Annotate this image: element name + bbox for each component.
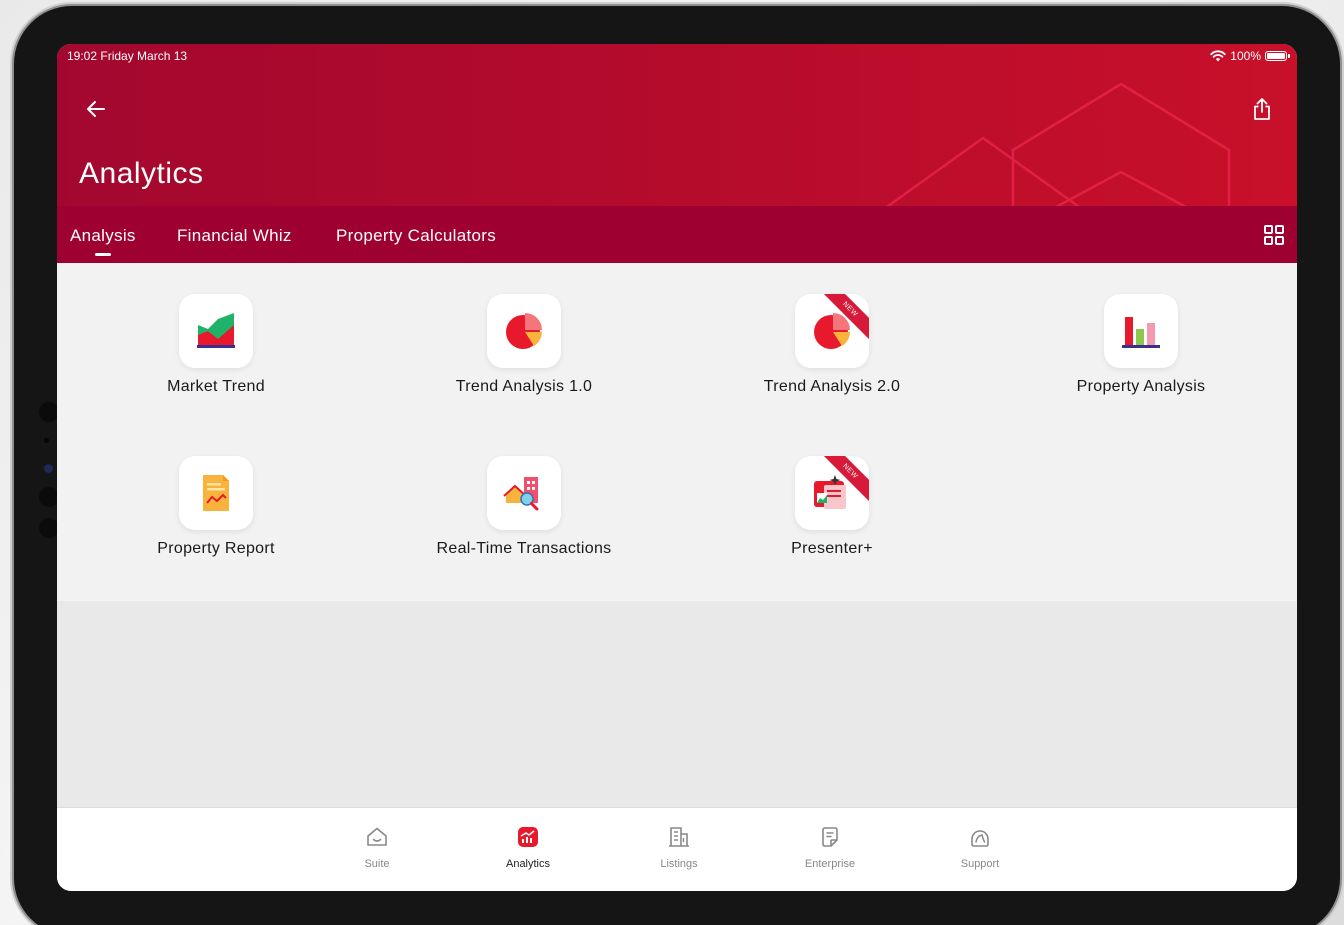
nav-label: Suite	[364, 858, 390, 870]
side-button	[39, 487, 59, 507]
grid-view-button[interactable]	[1263, 224, 1285, 246]
tab-analysis[interactable]: Analysis	[70, 226, 136, 256]
house-outline-decoration	[886, 82, 1231, 206]
tile-label: Real-Time Transactions	[436, 540, 612, 557]
sensor-dot	[44, 438, 49, 443]
analytics-icon	[518, 827, 538, 847]
app-header: 19:02 Friday March 13 100% Analytics	[57, 44, 1297, 206]
tile-presenter-plus[interactable]: NEW Presenter+	[702, 456, 962, 576]
nav-label: Listings	[660, 858, 698, 870]
tile-label: Property Analysis	[1076, 378, 1206, 395]
tile-property-report[interactable]: Property Report	[86, 456, 346, 576]
wifi-icon	[1210, 50, 1226, 62]
tile-trend-analysis-1[interactable]: Trend Analysis 1.0	[394, 294, 654, 414]
side-button	[39, 518, 59, 538]
grid-icon	[1264, 225, 1284, 245]
app-screen: 19:02 Friday March 13 100% Analytics Ana…	[57, 44, 1297, 891]
tab-bar: Analysis Financial Whiz Property Calcula…	[57, 206, 1297, 263]
nav-support[interactable]: Support	[935, 824, 1025, 870]
document-icon	[822, 827, 838, 847]
home-icon	[367, 827, 387, 846]
tile-icon-box	[179, 456, 253, 530]
tile-real-time-transactions[interactable]: Real-Time Transactions	[394, 456, 654, 576]
tile-label: Presenter+	[791, 540, 873, 557]
tile-property-analysis[interactable]: Property Analysis	[1011, 294, 1271, 414]
tile-label: Trend Analysis 1.0	[455, 378, 593, 395]
tile-icon-box	[487, 294, 561, 368]
nav-label: Support	[960, 858, 1000, 870]
nav-label: Enterprise	[804, 858, 856, 870]
tile-label: Trend Analysis 2.0	[763, 378, 901, 395]
analysis-tools-grid: Market Trend Trend Analysis 1.0 NEW Tren…	[57, 263, 1297, 601]
tile-label: Property Report	[157, 540, 275, 557]
nav-analytics[interactable]: Analytics	[483, 824, 573, 870]
battery-percent: 100%	[1230, 49, 1261, 63]
back-button[interactable]	[81, 94, 111, 124]
share-icon	[1254, 98, 1270, 120]
tile-icon-box: NEW	[795, 294, 869, 368]
report-icon	[203, 475, 229, 511]
tab-property-calculators[interactable]: Property Calculators	[336, 226, 496, 246]
nav-enterprise[interactable]: Enterprise	[785, 824, 875, 870]
pie-chart-icon	[506, 313, 542, 349]
bottom-navigation: Suite Analytics Listings Enterprise Supp…	[57, 807, 1297, 891]
tab-financial-whiz[interactable]: Financial Whiz	[177, 226, 292, 246]
page-title: Analytics	[79, 157, 204, 190]
camera-icon	[44, 464, 53, 473]
battery-icon	[1265, 51, 1290, 61]
tile-icon-box	[179, 294, 253, 368]
arrow-left-icon	[87, 101, 105, 117]
tile-label: Market Trend	[167, 378, 265, 395]
tile-trend-analysis-2[interactable]: NEW Trend Analysis 2.0	[702, 294, 962, 414]
status-right: 100%	[1210, 49, 1290, 63]
bar-chart-icon	[1122, 317, 1160, 348]
side-button	[39, 402, 59, 422]
support-icon	[971, 830, 989, 847]
status-bar: 19:02 Friday March 13 100%	[67, 49, 1290, 65]
tile-icon-box	[1104, 294, 1178, 368]
share-button[interactable]	[1247, 94, 1277, 124]
tile-market-trend[interactable]: Market Trend	[86, 294, 346, 414]
tile-icon-box	[487, 456, 561, 530]
nav-listings[interactable]: Listings	[634, 824, 724, 870]
tile-icon-box: NEW	[795, 456, 869, 530]
transactions-icon	[503, 477, 539, 511]
nav-label: Analytics	[505, 858, 551, 870]
status-time-date: 19:02 Friday March 13	[67, 49, 188, 63]
market-trend-icon	[197, 313, 235, 348]
nav-suite[interactable]: Suite	[332, 824, 422, 870]
building-icon	[669, 827, 689, 847]
